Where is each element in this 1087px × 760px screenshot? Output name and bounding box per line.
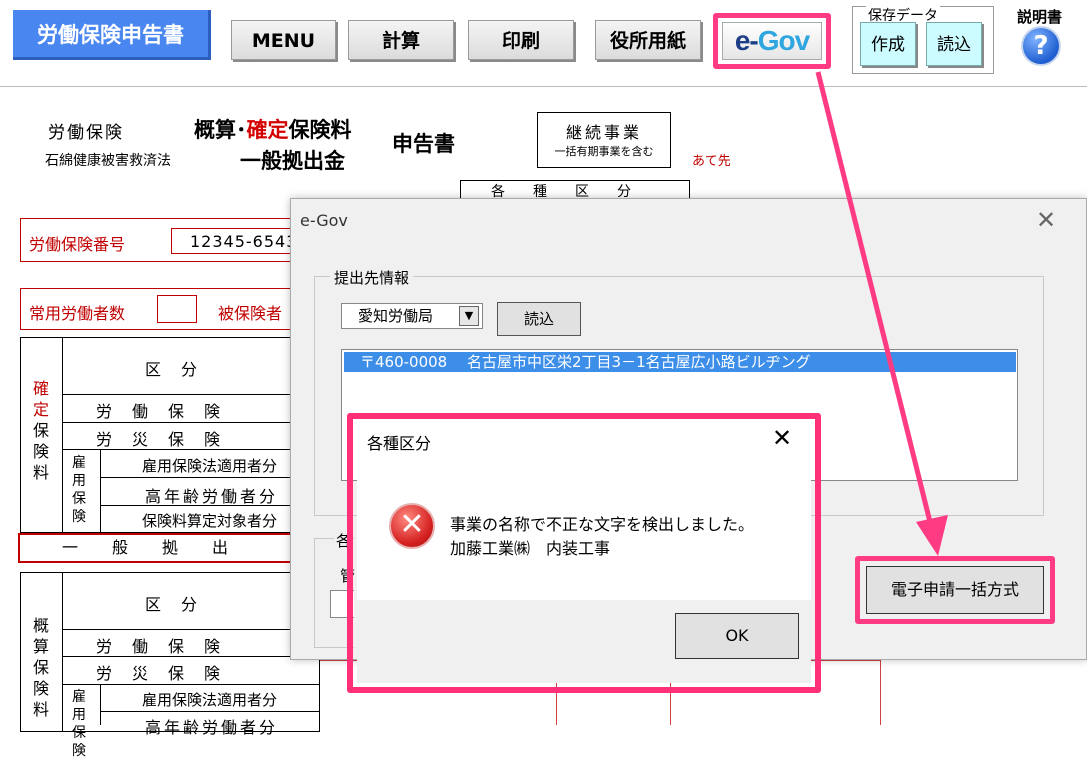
error-icon: ✕ bbox=[389, 503, 435, 549]
error-message-line2: 加藤工業㈱ 内装工事 bbox=[450, 539, 611, 558]
arrow-shaft bbox=[815, 71, 935, 531]
error-close-icon[interactable]: ✕ bbox=[772, 424, 792, 452]
error-dialog-title: 各種区分 bbox=[367, 434, 432, 453]
ok-button[interactable]: OK bbox=[675, 613, 799, 659]
arrow-head bbox=[916, 515, 948, 556]
error-message-line1: 事業の名称で不正な文字を検出しました。 bbox=[450, 515, 755, 534]
